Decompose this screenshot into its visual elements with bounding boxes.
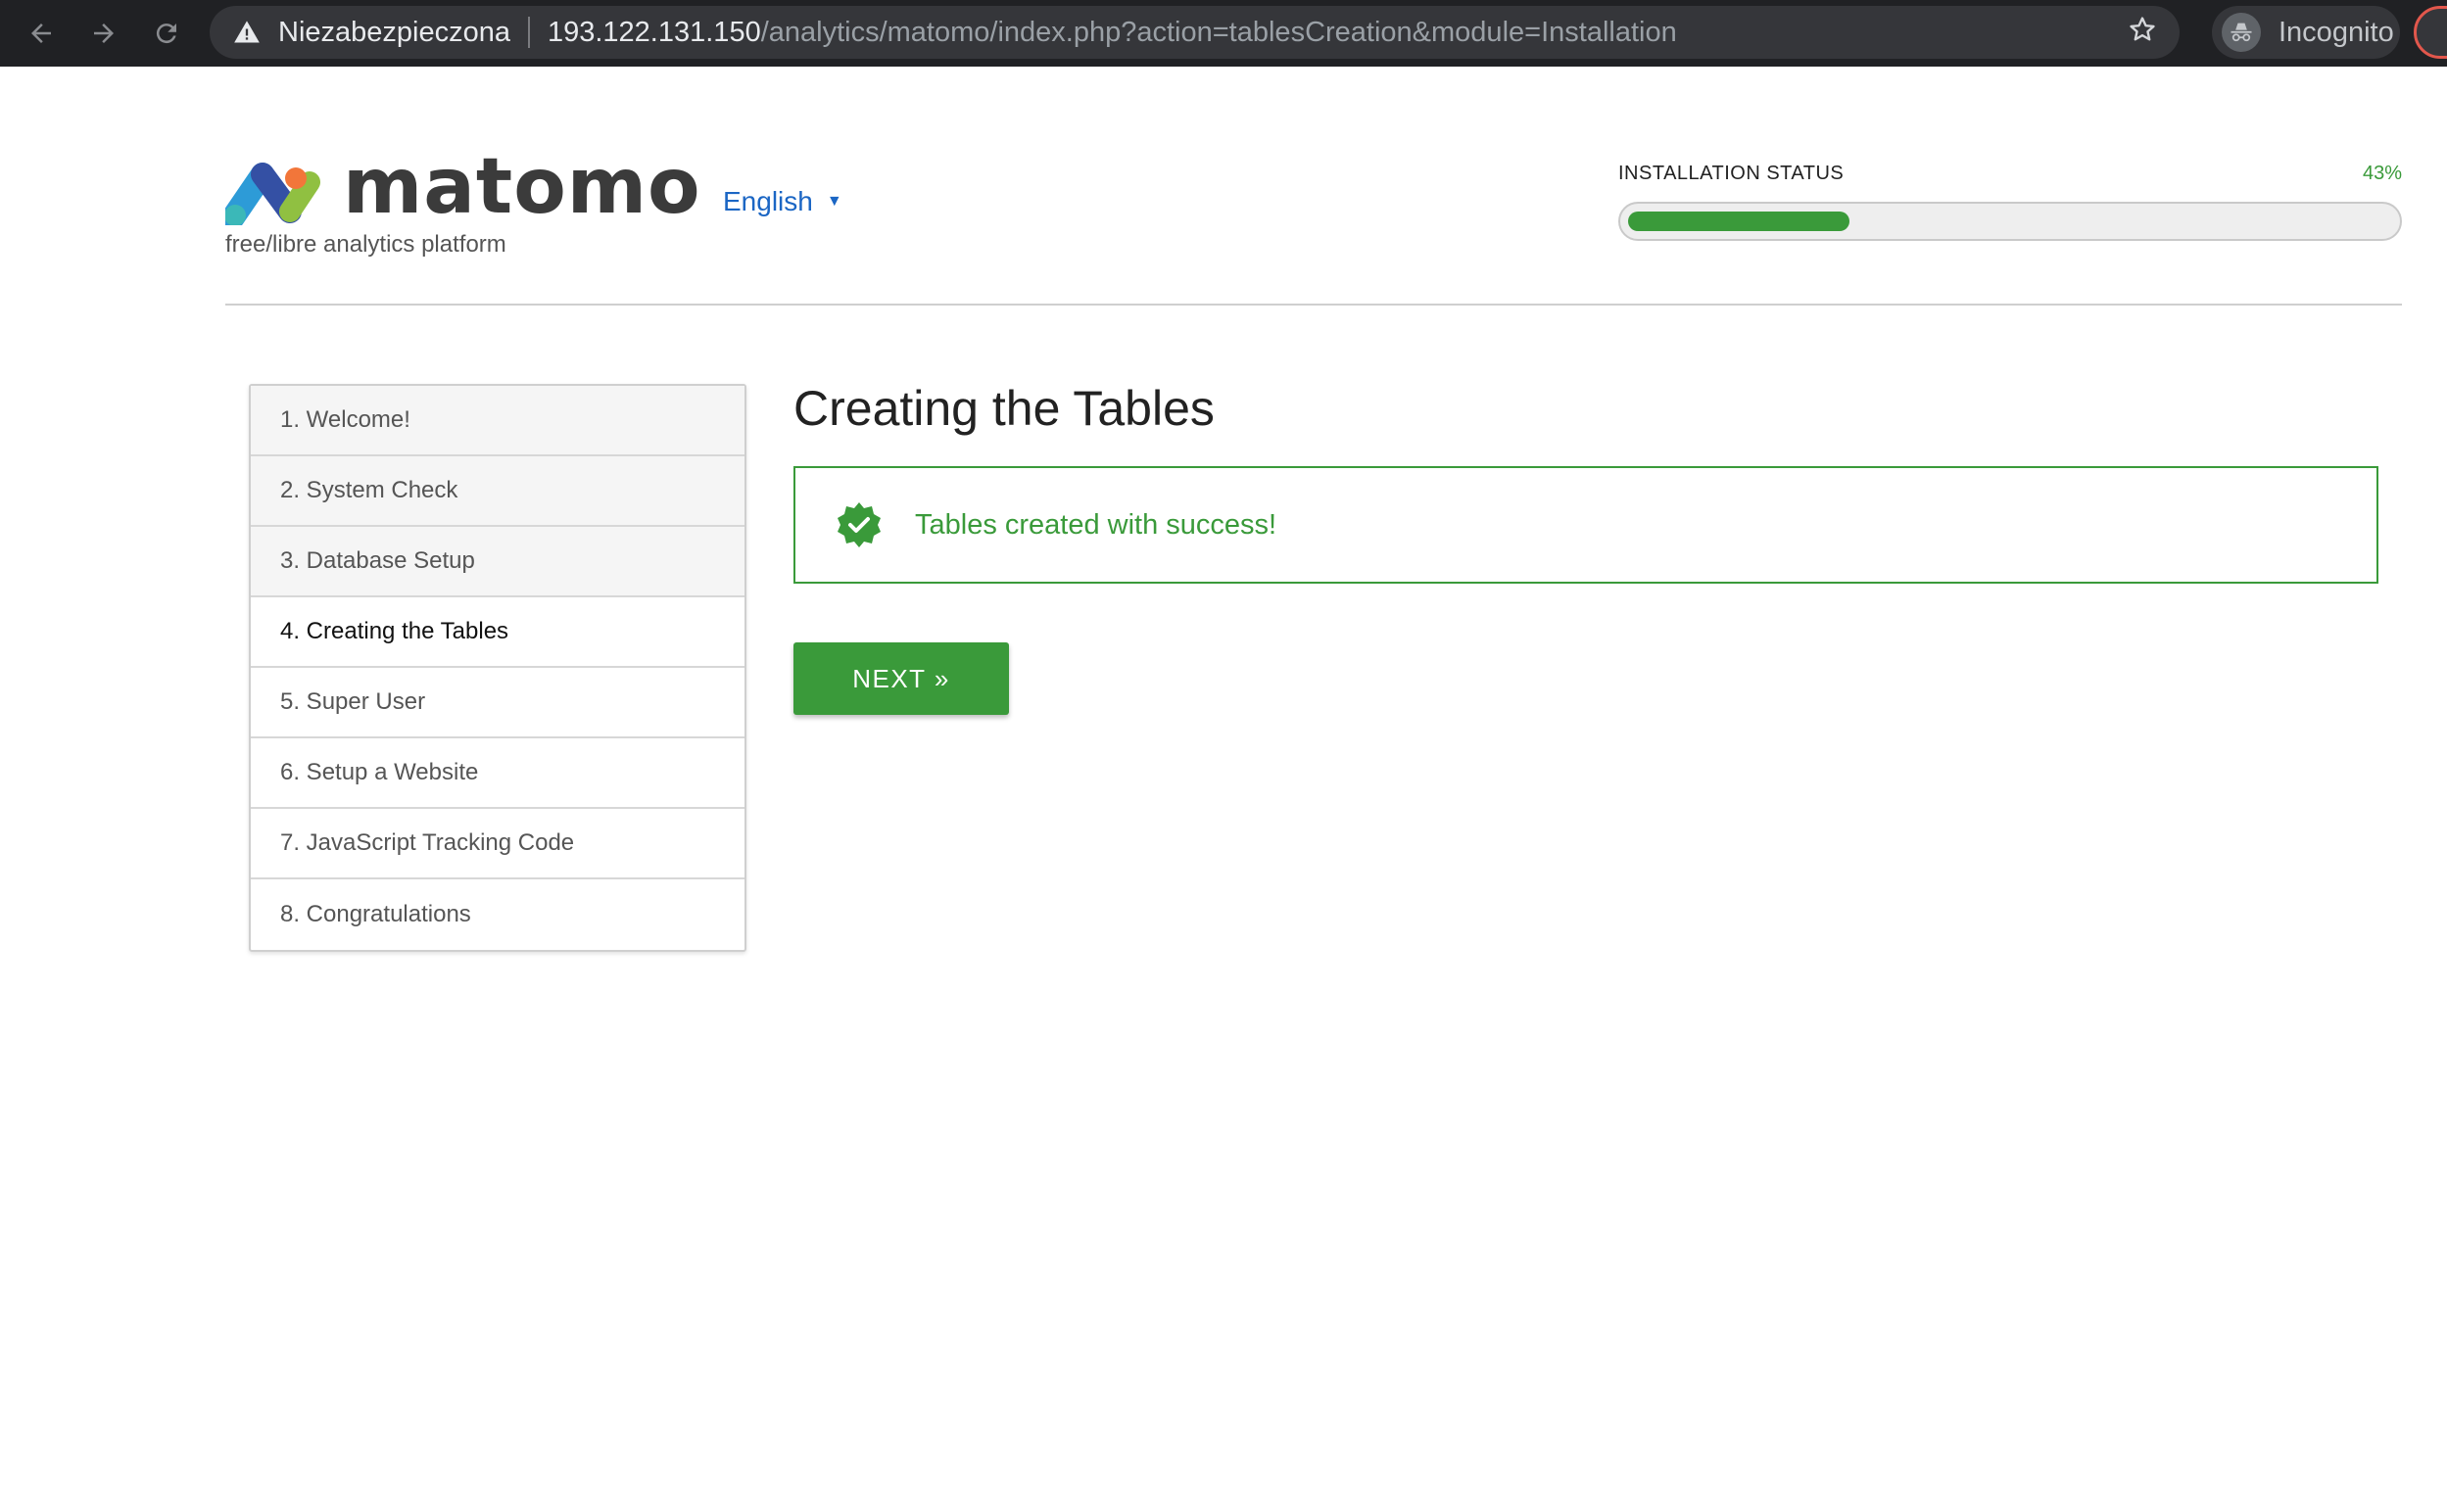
- url-path: /analytics/matomo/index.php?action=table…: [760, 16, 1677, 48]
- incognito-label: Incognito: [2279, 16, 2394, 48]
- url-host: 193.122.131.150: [547, 16, 761, 48]
- installation-status-percent: 43%: [2362, 163, 2402, 184]
- success-notification: Tables created with success!: [793, 466, 2378, 584]
- step-system-check: 2. System Check: [251, 456, 744, 527]
- installation-progress-bar: [1618, 202, 2402, 241]
- browser-toolbar: Niezabezpieczona 193.122.131.150/analyti…: [0, 0, 2447, 67]
- caret-down-icon[interactable]: ▼: [827, 193, 842, 211]
- language-label[interactable]: English: [723, 186, 813, 217]
- step-creating-tables: 4. Creating the Tables: [251, 597, 744, 668]
- page-title: Creating the Tables: [793, 381, 1215, 436]
- installation-steps: 1. Welcome! 2. System Check 3. Database …: [249, 384, 746, 952]
- security-label[interactable]: Niezabezpieczona: [278, 17, 510, 49]
- header-divider: [225, 304, 2402, 306]
- address-bar[interactable]: Niezabezpieczona 193.122.131.150/analyti…: [210, 6, 2180, 59]
- step-tracking-code: 7. JavaScript Tracking Code: [251, 809, 744, 879]
- matomo-logo-text: matomo: [343, 143, 701, 231]
- reload-icon[interactable]: [135, 0, 198, 67]
- profile-button[interactable]: [2414, 6, 2447, 59]
- step-database-setup: 3. Database Setup: [251, 527, 744, 597]
- back-icon[interactable]: [10, 0, 72, 67]
- step-super-user: 5. Super User: [251, 668, 744, 738]
- next-button[interactable]: NEXT »: [793, 642, 1009, 715]
- forward-icon[interactable]: [72, 0, 135, 67]
- incognito-icon: [2222, 13, 2261, 52]
- step-congratulations: 8. Congratulations: [280, 901, 471, 927]
- incognito-badge[interactable]: Incognito: [2212, 6, 2400, 59]
- check-badge-icon: [838, 502, 881, 547]
- installation-status-label: INSTALLATION STATUS: [1618, 163, 1845, 184]
- warning-icon[interactable]: [233, 19, 261, 46]
- matomo-logo-icon: [225, 163, 320, 225]
- step-welcome: 1. Welcome!: [251, 386, 744, 456]
- star-icon[interactable]: [2127, 14, 2158, 54]
- language-selector[interactable]: English ▼: [723, 186, 842, 217]
- step-setup-website: 6. Setup a Website: [251, 738, 744, 809]
- omnibox-divider: [527, 17, 530, 48]
- success-message: Tables created with success!: [915, 508, 1277, 541]
- tagline: free/libre analytics platform: [225, 231, 506, 258]
- installation-progress-fill: [1628, 212, 1849, 231]
